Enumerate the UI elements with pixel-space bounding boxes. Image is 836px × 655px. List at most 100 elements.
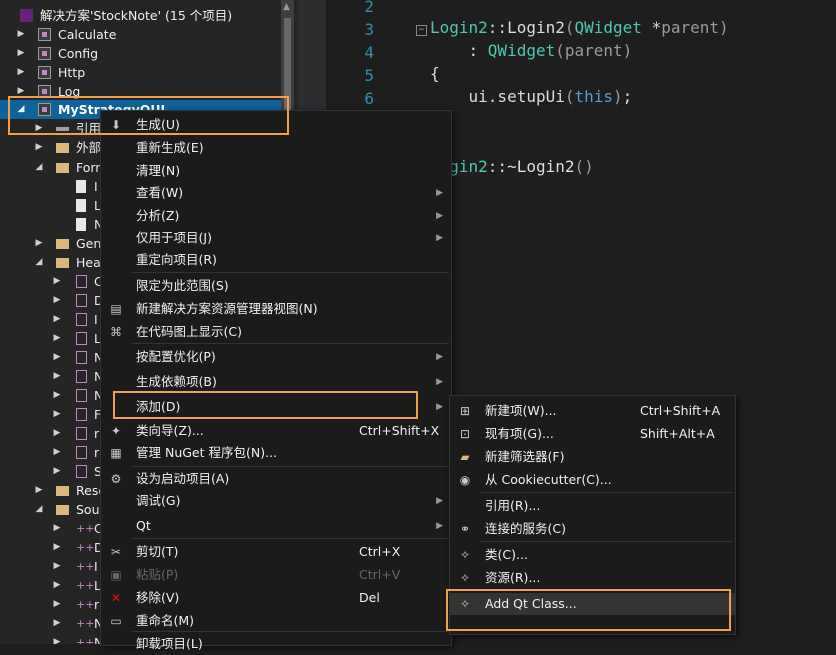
menu-item[interactable]: 限定为此范围(S) [101, 275, 451, 297]
tree-item-label: Forr [76, 160, 101, 175]
expand-arrow-icon[interactable]: ▶ [52, 462, 62, 481]
submenu-item-shortcut: Shift+Alt+A [640, 426, 715, 441]
menu-item[interactable]: ▤ 新建解决方案资源管理器视图(N) [101, 298, 451, 320]
menu-separator [131, 538, 449, 539]
menu-item[interactable]: Qt ▶ [101, 515, 451, 537]
cpp-file-icon: ++ [76, 560, 95, 573]
collapse-arrow-icon[interactable]: ◢ [34, 253, 44, 272]
expand-arrow-icon[interactable]: ▶ [52, 424, 62, 443]
collapse-arrow-icon[interactable]: ◢ [34, 158, 44, 177]
project-node[interactable]: ▶ Http [0, 63, 281, 82]
fold-toggle-icon[interactable]: − [416, 25, 427, 36]
expand-arrow-icon[interactable]: ▶ [52, 348, 62, 367]
expand-arrow-icon[interactable]: ▶ [16, 44, 26, 63]
menu-item-label: 设为启动项目(A) [136, 471, 230, 486]
expand-arrow-icon[interactable]: ▶ [16, 63, 26, 82]
submenu-item-label: 引用(R)... [485, 498, 541, 513]
project-icon [38, 28, 51, 41]
ui-file-icon [76, 180, 86, 193]
expand-arrow-icon[interactable]: ▶ [52, 614, 62, 633]
submenu-item[interactable]: 引用(R)... [450, 495, 735, 517]
submenu-item-label: 新建项(W)... [485, 403, 557, 418]
rename-icon: ▭ [110, 614, 122, 628]
expand-arrow-icon[interactable]: ▶ [52, 386, 62, 405]
submenu-item[interactable]: ▰ 新建筛选器(F) [450, 446, 735, 468]
menu-item[interactable]: 分析(Z) ▶ [101, 205, 451, 227]
submenu-item[interactable]: ✧ 资源(R)... [450, 567, 735, 589]
tree-item-label: Gen [76, 236, 102, 251]
menu-item[interactable]: ▭ 重命名(M) [101, 610, 451, 632]
expand-arrow-icon[interactable]: ▶ [34, 119, 44, 138]
expand-arrow-icon[interactable]: ▶ [52, 291, 62, 310]
expand-arrow-icon[interactable]: ▶ [52, 310, 62, 329]
menu-item[interactable]: 添加(D) ▶ [101, 396, 451, 418]
expand-arrow-icon[interactable]: ▶ [52, 557, 62, 576]
menu-item[interactable]: 重新生成(E) [101, 137, 451, 159]
expand-arrow-icon[interactable]: ▶ [52, 329, 62, 348]
menu-item-label: 重命名(M) [136, 613, 195, 628]
tree-item-label: Sou [76, 502, 100, 517]
submenu-item[interactable]: ✧ 类(C)... [450, 544, 735, 566]
connected-service-icon: ⚭ [459, 522, 471, 536]
menu-item-label: 添加(D) [136, 399, 181, 414]
expand-arrow-icon[interactable]: ▶ [52, 443, 62, 462]
menu-item[interactable]: ⚙ 设为启动项目(A) [101, 468, 451, 490]
collapse-arrow-icon[interactable]: ◢ [34, 500, 44, 519]
menu-item[interactable]: 重定向项目(R) [101, 249, 451, 271]
project-node[interactable]: ▶ Config [0, 44, 281, 63]
expand-arrow-icon[interactable]: ▶ [52, 367, 62, 386]
menu-item[interactable]: ⬇ 生成(U) [101, 114, 451, 136]
submenu-item[interactable]: ⊞ 新建项(W)... Ctrl+Shift+A [450, 400, 735, 422]
expand-arrow-icon[interactable]: ▶ [52, 633, 62, 644]
menu-item[interactable]: 查看(W) ▶ [101, 182, 451, 204]
menu-item[interactable]: ✂ 剪切(T) Ctrl+X [101, 541, 451, 563]
menu-separator [480, 541, 733, 542]
solution-node[interactable]: 解决方案'StockNote' (15 个项目) [0, 6, 281, 25]
menu-item[interactable]: ▦ 管理 NuGet 程序包(N)... [101, 442, 451, 464]
expand-arrow-icon[interactable]: ▶ [52, 405, 62, 424]
menu-item[interactable]: 仅用于项目(J) ▶ [101, 227, 451, 249]
submenu-item[interactable]: ⚭ 连接的服务(C) [450, 518, 735, 540]
menu-item[interactable]: 调试(G) ▶ [101, 490, 451, 512]
expand-arrow-icon[interactable]: ▶ [52, 519, 62, 538]
expand-arrow-icon[interactable]: ▶ [52, 576, 62, 595]
submenu-arrow-icon: ▶ [436, 233, 443, 243]
header-file-icon [76, 427, 87, 440]
collapse-arrow-icon[interactable]: ◢ [16, 100, 26, 119]
expand-arrow-icon[interactable]: ▶ [34, 234, 44, 253]
project-node[interactable]: ▶ Calculate [0, 25, 281, 44]
menu-item[interactable]: ⌘ 在代码图上显示(C) [101, 321, 451, 343]
expand-arrow-icon[interactable]: ▶ [52, 538, 62, 557]
tree-item-label: r [94, 445, 100, 460]
cookiecutter-icon: ◉ [459, 473, 471, 487]
tree-item-label: I [94, 559, 98, 574]
menu-item[interactable]: ✦ 类向导(Z)... Ctrl+Shift+X [101, 420, 451, 442]
expand-arrow-icon[interactable]: ▶ [52, 595, 62, 614]
class-icon: ✧ [459, 548, 471, 562]
menu-item[interactable]: ✕ 移除(V) Del [101, 587, 451, 609]
menu-item[interactable]: 卸载项目(L) [101, 633, 451, 655]
expand-arrow-icon[interactable]: ▶ [16, 82, 26, 101]
submenu-item-label: 类(C)... [485, 547, 528, 562]
menu-separator [480, 492, 733, 493]
menu-item[interactable]: 按配置优化(P) ▶ [101, 346, 451, 368]
submenu-item[interactable]: ✧ Add Qt Class... [450, 593, 735, 615]
tree-item-label: r [94, 597, 100, 612]
expand-arrow-icon[interactable]: ▶ [34, 481, 44, 500]
scroll-up-icon[interactable]: ▲ [283, 2, 290, 12]
expand-arrow-icon[interactable]: ▶ [16, 25, 26, 44]
menu-item-label: 类向导(Z)... [136, 423, 204, 438]
submenu-item[interactable]: ◉ 从 Cookiecutter(C)... [450, 469, 735, 491]
project-node[interactable]: ▶ Log [0, 82, 281, 101]
line-number: 3 [364, 20, 374, 39]
menu-separator [131, 272, 449, 273]
header-file-icon [76, 465, 87, 478]
expand-arrow-icon[interactable]: ▶ [34, 138, 44, 157]
menu-item[interactable]: 生成依赖项(B) ▶ [101, 371, 451, 393]
menu-item-label: 管理 NuGet 程序包(N)... [136, 445, 278, 460]
submenu-arrow-icon: ▶ [436, 188, 443, 198]
menu-item[interactable]: 清理(N) [101, 160, 451, 182]
expand-arrow-icon[interactable]: ▶ [52, 272, 62, 291]
project-icon [38, 103, 51, 116]
submenu-item[interactable]: ⊡ 现有项(G)... Shift+Alt+A [450, 423, 735, 445]
